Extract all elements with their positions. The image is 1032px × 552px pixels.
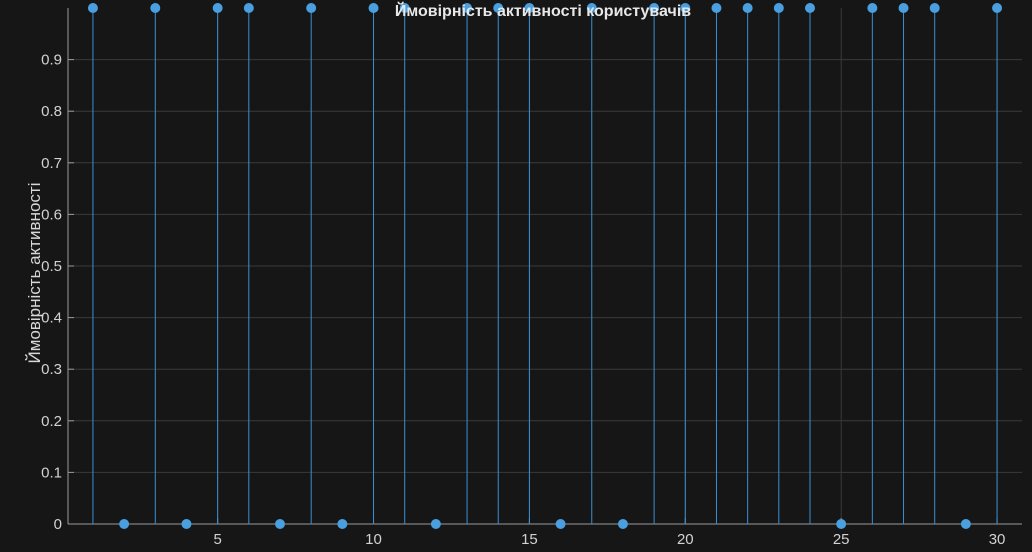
stem-marker <box>337 519 348 529</box>
stem-marker <box>181 519 192 529</box>
stem-marker <box>960 519 971 529</box>
y-tick-label: 0.2 <box>41 413 62 430</box>
stem-marker <box>275 519 285 529</box>
x-tick-label: 15 <box>521 531 538 548</box>
stem-marker <box>742 3 753 13</box>
stem-marker <box>836 519 847 529</box>
y-tick-label: 0 <box>54 516 62 533</box>
y-axis-label: Ймовірність активності <box>25 183 44 364</box>
chart-title: Ймовірність активності користувачів <box>395 1 691 20</box>
stem-marker <box>805 3 815 13</box>
stem-marker <box>773 3 784 13</box>
y-tick-label: 0.7 <box>41 155 62 172</box>
x-tick-label: 10 <box>365 531 382 548</box>
y-tick-label: 0.9 <box>41 52 62 69</box>
x-tick-label: 30 <box>989 531 1006 548</box>
stem-marker <box>212 3 223 13</box>
stem-chart: 00.10.20.30.40.50.60.70.80.95 10 15 20 25 30 … <box>0 0 1032 552</box>
y-tick-label: 0.1 <box>41 464 62 481</box>
stem-marker <box>87 3 98 13</box>
stem-marker <box>306 3 317 13</box>
stem-marker <box>119 519 130 529</box>
y-tick-label: 0.8 <box>41 103 62 120</box>
stem-marker <box>898 3 909 13</box>
stem-marker <box>368 3 379 13</box>
stem-marker <box>617 519 628 529</box>
x-tick-label: 5 <box>213 531 221 548</box>
stem-marker <box>430 519 441 529</box>
y-tick-label: 0.3 <box>41 361 62 378</box>
stem-marker <box>555 519 566 529</box>
y-tick-label: 0.4 <box>41 310 62 327</box>
y-tick-label: 0.6 <box>41 206 62 223</box>
stem-marker <box>150 3 161 13</box>
stem-marker <box>243 3 254 13</box>
stem-marker <box>929 3 940 13</box>
x-tick-label: 25 <box>833 531 850 548</box>
x-tick-label: 20 <box>677 531 694 548</box>
stem-marker <box>711 3 722 13</box>
y-tick-label: 0.5 <box>41 258 62 275</box>
stem-marker <box>992 3 1003 13</box>
stem-marker <box>867 3 878 13</box>
